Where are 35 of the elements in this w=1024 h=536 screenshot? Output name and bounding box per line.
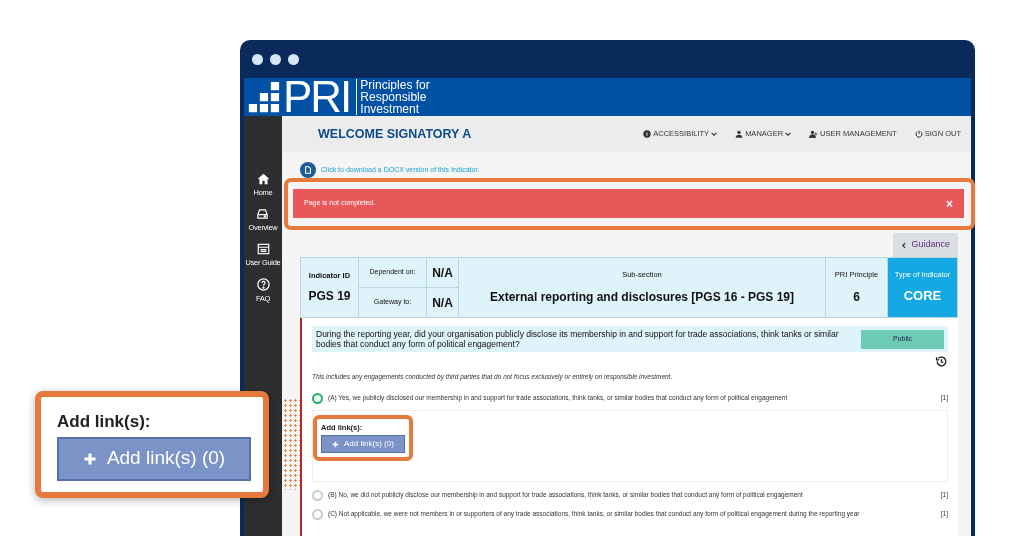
- download-icon[interactable]: [300, 162, 316, 178]
- user-icon: [735, 130, 744, 138]
- tagline-text: Responsible: [360, 91, 428, 103]
- radio-button[interactable]: [312, 392, 323, 404]
- tagline-text: Principles for: [360, 79, 430, 91]
- home-icon: [255, 172, 271, 186]
- radio-button[interactable]: [312, 508, 323, 520]
- window-control-icon[interactable]: [252, 53, 263, 65]
- squares-logo-icon: [247, 82, 280, 115]
- welcome-title: WELCOME SIGNATORY A: [318, 125, 472, 143]
- info-icon: [643, 130, 652, 138]
- users-icon: [809, 130, 819, 138]
- power-icon: [914, 130, 923, 138]
- question-text: During the reporting year, did your organisation publicly disclose its membership in and support for trade associations, think tanks or similar bodies that conduct any form of political engagement?: [316, 329, 840, 349]
- plus-icon: [82, 451, 97, 466]
- close-button[interactable]: ×: [946, 197, 953, 210]
- indicator-type: CORE: [903, 287, 942, 306]
- radio-button[interactable]: [312, 489, 323, 501]
- guidance-button[interactable]: Guidance: [893, 233, 958, 257]
- chevron-left-icon: [901, 241, 908, 249]
- drive-icon: [255, 207, 271, 221]
- table-value: 6: [853, 288, 860, 306]
- links-label: Add link(s):: [57, 411, 151, 433]
- subsection-title: External reporting and disclosures [PGS 16 - PGS 19]: [489, 288, 795, 306]
- tagline-text: Investment: [360, 103, 420, 115]
- window-control-icon[interactable]: [270, 53, 281, 65]
- plus-icon: [332, 440, 339, 448]
- history-icon[interactable]: [935, 355, 948, 368]
- help-icon: [255, 277, 271, 292]
- window-control-icon[interactable]: [288, 53, 299, 65]
- guide-icon: [255, 242, 271, 256]
- indicator-id: PGS 19: [308, 288, 351, 306]
- table-value: N/A: [432, 294, 453, 312]
- table-value: N/A: [432, 264, 453, 282]
- logo-text: PRI: [283, 79, 351, 115]
